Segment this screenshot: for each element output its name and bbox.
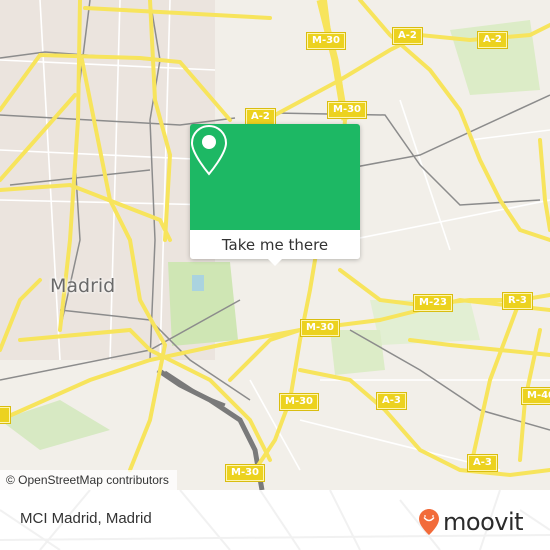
take-me-there-button[interactable]: Take me there xyxy=(190,230,360,259)
road-shield-m23: M-23 xyxy=(412,294,454,312)
road-shield-m30: M-30 xyxy=(299,319,341,337)
location-popup[interactable]: Take me there xyxy=(190,124,360,266)
park-se xyxy=(330,330,385,375)
popup-header[interactable] xyxy=(190,124,360,230)
road-shield-a3: A-3 xyxy=(467,454,498,472)
place-name: MCI Madrid, Madrid xyxy=(20,510,152,527)
road-shield-r3: R-3 xyxy=(502,292,533,310)
park-sw xyxy=(0,400,110,450)
osm-attribution[interactable]: © OpenStreetMap contributors xyxy=(0,470,177,490)
attribution-text: © OpenStreetMap contributors xyxy=(6,473,169,487)
road-shield-a2: A-2 xyxy=(392,27,423,45)
footer: MCI Madrid, Madrid moovit xyxy=(0,490,550,550)
moovit-logo[interactable]: moovit xyxy=(418,508,524,536)
road-shield-m30: M-30 xyxy=(305,32,347,50)
pond xyxy=(192,275,204,291)
road-shield-m30: M-30 xyxy=(224,464,266,482)
popup-pointer xyxy=(267,258,283,266)
moovit-pin-icon xyxy=(419,509,439,535)
road-shield-m40: M-40 xyxy=(520,387,550,405)
city-label-madrid: Madrid xyxy=(50,275,116,297)
road-shield-a2: A-2 xyxy=(245,108,276,126)
road-shield-m30: M-30 xyxy=(278,393,320,411)
road-shield-a2: A-2 xyxy=(477,31,508,49)
road-shield-m30: M-30 xyxy=(326,101,368,119)
road-shield-partial xyxy=(0,406,11,424)
map-pin-icon xyxy=(190,124,228,176)
map[interactable]: Madrid M-30 A-2 A-2 A-2 M-30 M-23 R-3 M-… xyxy=(0,0,550,490)
take-me-there-label: Take me there xyxy=(221,235,329,254)
road-shield-a3: A-3 xyxy=(376,392,407,410)
moovit-wordmark: moovit xyxy=(443,508,524,536)
